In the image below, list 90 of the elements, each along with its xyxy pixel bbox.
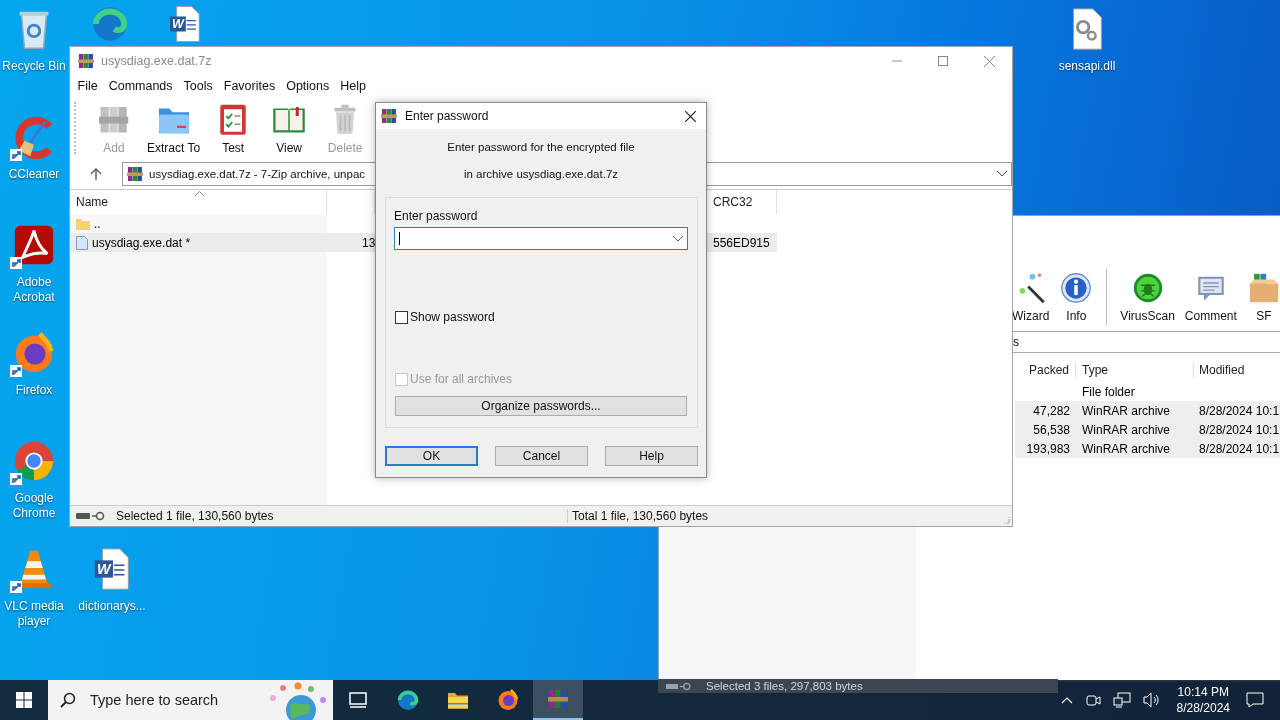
table-cell: File folder (1082, 384, 1135, 399)
dialog-button[interactable]: OK (385, 446, 478, 466)
up-arrow-icon (90, 168, 102, 180)
clock[interactable]: 10:14 PM 8/28/2024 (1176, 684, 1230, 716)
status-text: Total 1 file, 130,560 bytes (572, 509, 709, 523)
books-icon (546, 687, 570, 711)
drive-key-icon (666, 681, 692, 691)
shortcut-arrow-icon (10, 365, 22, 377)
message-text: Enter password for the encrypted file (447, 141, 635, 153)
dropdown-caret-icon (673, 235, 683, 242)
password-field[interactable] (394, 227, 688, 250)
file-name: usysdiag.exe.dat * (92, 235, 191, 250)
close-icon (983, 55, 995, 67)
organize-button[interactable]: Organize passwords... (395, 396, 687, 416)
status-text: Selected 1 file, 130,560 bytes (116, 509, 568, 523)
wave-logo-icon (90, 4, 130, 44)
table-cell: WinRAR archive (1082, 441, 1171, 456)
file-row[interactable]: 56,538 WinRAR archive 8/28/2024 10:1 (1015, 420, 1280, 439)
close-icon (684, 110, 696, 122)
file-name-cell[interactable]: usysdiag.exe.dat * (70, 233, 327, 252)
search-icon (60, 692, 76, 708)
archive-app-icon (127, 166, 143, 182)
toolbar-button[interactable]: SF (1243, 271, 1280, 323)
volume-icon[interactable] (1142, 692, 1161, 708)
resize-grip-icon[interactable] (1002, 516, 1010, 524)
desktop-shortcut[interactable]: W dictionarys... (75, 545, 149, 614)
dialog-button[interactable]: Help (605, 446, 698, 466)
toolbar-button[interactable]: Info (1056, 271, 1097, 323)
toolbar-button[interactable]: VirusScan (1117, 271, 1178, 323)
fox-globe-icon (496, 688, 520, 712)
table-cell: WinRAR archive (1082, 422, 1171, 437)
shortcut-arrow-icon (10, 149, 22, 161)
folder-icon (76, 216, 90, 231)
field-label: Enter password (394, 209, 478, 223)
info-icon (1059, 271, 1094, 305)
camera-icon[interactable] (1084, 692, 1101, 708)
column-header[interactable]: Type (1076, 363, 1194, 377)
toolbar-separator (1106, 269, 1108, 325)
dialog-title: Enter password (405, 109, 489, 123)
taskbar-app-button[interactable] (533, 680, 583, 720)
window-title: usysdiag.exe.dat.7z (101, 54, 212, 68)
file-name-cell[interactable]: .. (70, 214, 327, 233)
table-cell: 13 (362, 235, 376, 250)
notification-icon[interactable] (1246, 692, 1264, 708)
search-field[interactable]: Type here to search (48, 680, 333, 720)
menu-item[interactable]: Commands (103, 77, 179, 95)
desktop-shortcut[interactable]: sensapi.dll (1050, 5, 1124, 74)
dropdown-caret-icon (997, 171, 1007, 177)
chevron-up-icon[interactable] (1060, 696, 1073, 704)
table-cell: 8/28/2024 10:1 (1199, 422, 1280, 437)
table-cell: 8/28/2024 10:1 (1199, 441, 1280, 456)
wave-logo-icon (396, 688, 420, 712)
toolbar-button[interactable]: View (263, 101, 316, 155)
toolbar-button[interactable]: Test (207, 101, 260, 155)
archive-app-icon (78, 53, 94, 69)
table-cell: 8/28/2024 10:1 (1199, 403, 1280, 418)
desktop-shortcut[interactable]: W (148, 3, 222, 45)
network-icon[interactable] (1112, 692, 1131, 708)
column-header[interactable]: Modified (1194, 363, 1280, 377)
message-text: in archive usysdiag.exe.dat.7z (463, 168, 619, 180)
menu-item[interactable]: Options (280, 77, 335, 95)
menu-item[interactable]: File (72, 77, 104, 95)
file-row[interactable]: 47,282 WinRAR archive 8/28/2024 10:1 (1015, 401, 1280, 420)
menu-item[interactable]: Favorites (218, 77, 281, 95)
shortcut-arrow-icon (10, 581, 22, 593)
table-cell: 47,282 (1033, 403, 1070, 418)
windows-logo-icon (16, 692, 32, 708)
dialog-button[interactable]: Cancel (495, 446, 588, 466)
table-cell: WinRAR archive (1082, 403, 1171, 418)
toolbar-button[interactable]: Extract To (144, 101, 204, 155)
toolbar-button[interactable]: Comment (1181, 271, 1240, 323)
file-row[interactable]: 193,983 WinRAR archive 8/28/2024 10:1 (1015, 439, 1280, 458)
status-text: Selected 3 files, 297,803 bytes (706, 680, 863, 692)
menu-item[interactable]: Help (334, 77, 372, 95)
table-cell: 193,983 (1026, 441, 1070, 456)
toolbar-button[interactable]: Wizard (1009, 271, 1053, 323)
file-icon (76, 235, 88, 250)
table-cell: 56,538 (1033, 422, 1070, 437)
checkbox[interactable]: Show password (395, 310, 495, 324)
shortcut-arrow-icon (10, 257, 22, 269)
menu-item[interactable]: Tools (178, 77, 219, 95)
drive-key-icon (76, 511, 106, 521)
file-name: .. (94, 216, 101, 231)
table-cell: 556ED915 (713, 235, 770, 250)
address-text: s (1013, 335, 1019, 349)
maximize-icon (938, 56, 948, 66)
archive-app-icon (381, 108, 397, 124)
column-header[interactable]: Packed (1015, 363, 1076, 377)
shortcut-arrow-icon (10, 473, 22, 485)
file-row[interactable]: File folder (1015, 382, 1280, 401)
